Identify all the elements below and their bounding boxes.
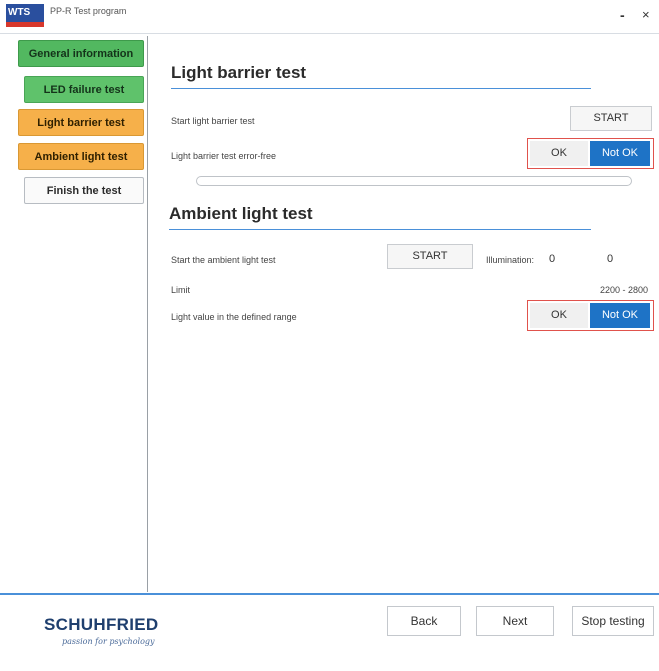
- main-panel: Light barrier test Start light barrier t…: [150, 36, 659, 592]
- app-logo: WTS: [6, 4, 44, 30]
- light-barrier-ok-button[interactable]: OK: [530, 141, 588, 166]
- schuhfried-tagline: passion for psychology: [62, 637, 155, 646]
- sidebar-item-led-failure-test[interactable]: LED failure test: [24, 76, 144, 103]
- close-button[interactable]: ×: [642, 7, 650, 22]
- ambient-section-title: Ambient light test: [169, 204, 313, 223]
- light-barrier-section-title: Light barrier test: [171, 63, 307, 82]
- footer-bar: SCHUHFRIED passion for psychology: [0, 593, 659, 671]
- back-button[interactable]: Back: [387, 606, 461, 636]
- light-barrier-result-toggle: OK Not OK: [527, 138, 654, 169]
- ambient-start-label: Start the ambient light test: [171, 255, 276, 265]
- ambient-title-rule: [169, 229, 591, 230]
- app-logo-text: WTS: [6, 4, 44, 22]
- window-title: PP-R Test program: [50, 6, 127, 16]
- sidebar-item-ambient-light-test[interactable]: Ambient light test: [18, 143, 144, 170]
- limit-label: Limit: [171, 285, 191, 295]
- next-button[interactable]: Next: [476, 606, 554, 636]
- sidebar-item-light-barrier-test[interactable]: Light barrier test: [18, 109, 144, 136]
- schuhfried-logo: SCHUHFRIED: [44, 615, 159, 634]
- illumination-label: Illumination:: [486, 255, 535, 265]
- light-barrier-notok-button[interactable]: Not OK: [590, 141, 650, 166]
- stop-testing-button[interactable]: Stop testing: [572, 606, 654, 636]
- sidebar-item-finish-the-test[interactable]: Finish the test: [24, 177, 144, 204]
- ambient-notok-button[interactable]: Not OK: [590, 303, 650, 328]
- light-barrier-title-rule: [171, 88, 591, 89]
- minimize-button[interactable]: -: [620, 7, 625, 23]
- light-barrier-result-label: Light barrier test error-free: [171, 151, 277, 161]
- ambient-result-toggle: OK Not OK: [527, 300, 654, 331]
- light-barrier-start-button[interactable]: START: [570, 106, 652, 131]
- illumination-value-2: 0: [607, 253, 614, 265]
- ambient-range-label: Light value in the defined range: [171, 312, 297, 322]
- sidebar-nav: General information LED failure test Lig…: [18, 36, 148, 592]
- limit-value: 2200 - 2800: [600, 285, 649, 295]
- illumination-value-1: 0: [549, 253, 556, 265]
- ambient-start-button[interactable]: START: [387, 244, 473, 269]
- ambient-ok-button[interactable]: OK: [530, 303, 588, 328]
- light-barrier-progress-bar: [196, 176, 632, 186]
- light-barrier-start-label: Start light barrier test: [171, 116, 255, 126]
- sidebar-item-general-information[interactable]: General information: [18, 40, 144, 67]
- window-titlebar: WTS PP-R Test program - ×: [0, 0, 659, 34]
